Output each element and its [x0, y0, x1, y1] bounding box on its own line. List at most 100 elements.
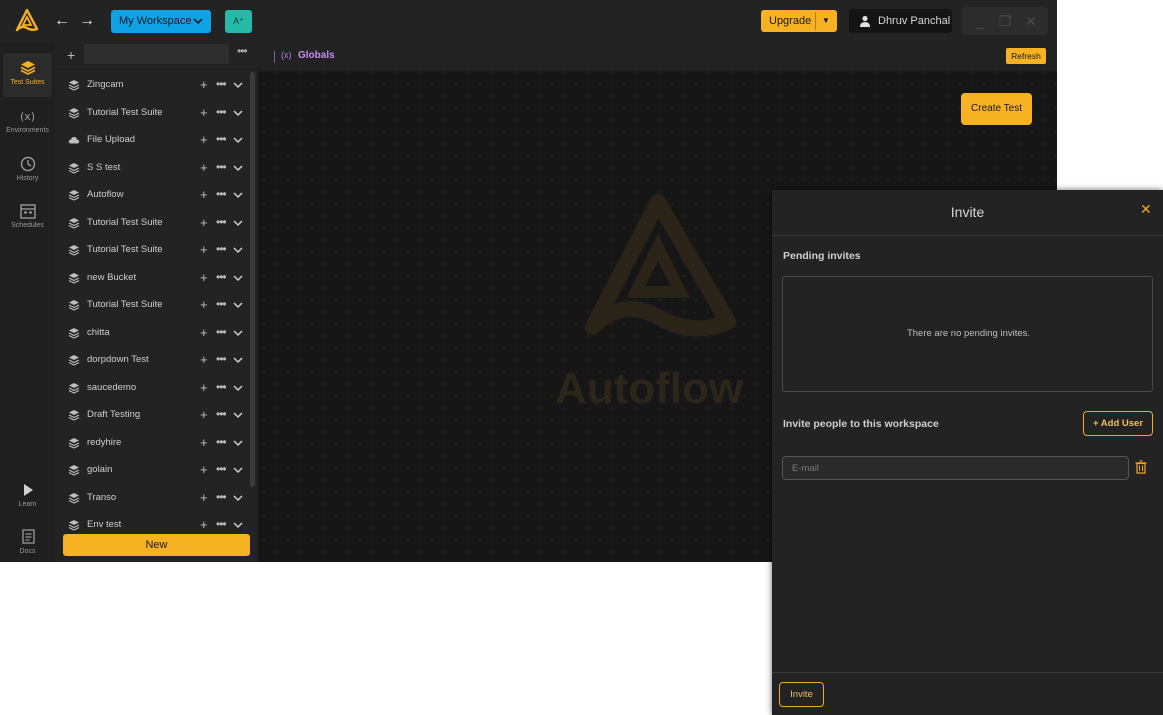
- forward-arrow-icon[interactable]: →: [77, 11, 97, 31]
- caret-down-icon[interactable]: ▼: [822, 10, 830, 32]
- layers-icon: [68, 355, 80, 366]
- chevron-down-icon[interactable]: [233, 163, 243, 173]
- rail-item-schedules[interactable]: Schedules: [3, 196, 52, 240]
- chevron-down-icon[interactable]: [233, 438, 243, 448]
- more-options-icon[interactable]: •••: [216, 319, 227, 346]
- more-options-icon[interactable]: •••: [216, 154, 227, 181]
- suite-list-item[interactable]: chitta + •••: [55, 319, 250, 346]
- add-test-plus-icon[interactable]: +: [200, 291, 208, 318]
- minimize-icon[interactable]: _: [970, 11, 990, 31]
- more-options-icon[interactable]: •••: [216, 236, 227, 263]
- create-test-button[interactable]: Create Test: [961, 93, 1032, 125]
- more-options-icon[interactable]: •••: [216, 71, 227, 98]
- add-user-button[interactable]: + Add User: [1083, 411, 1153, 436]
- add-test-plus-icon[interactable]: +: [200, 154, 208, 181]
- chevron-down-icon[interactable]: [233, 190, 243, 200]
- suite-list-item[interactable]: redyhire + •••: [55, 429, 250, 456]
- chevron-down-icon[interactable]: [233, 383, 243, 393]
- more-options-icon[interactable]: •••: [216, 401, 227, 428]
- more-options-icon[interactable]: •••: [216, 346, 227, 373]
- add-test-plus-icon[interactable]: +: [200, 126, 208, 153]
- ai-assistant-button[interactable]: A⁺: [225, 10, 252, 33]
- close-icon[interactable]: ✕: [1140, 202, 1154, 216]
- add-test-plus-icon[interactable]: +: [200, 346, 208, 373]
- more-options-icon[interactable]: •••: [216, 291, 227, 318]
- maximize-icon[interactable]: ❐: [995, 11, 1015, 31]
- chevron-down-icon[interactable]: [233, 300, 243, 310]
- refresh-button[interactable]: Refresh: [1006, 48, 1046, 64]
- back-arrow-icon[interactable]: ←: [52, 11, 72, 31]
- rail-item-test-suites[interactable]: Test Suites: [3, 53, 52, 97]
- suite-list-scrollbar[interactable]: [250, 72, 255, 487]
- close-window-icon[interactable]: ✕: [1021, 11, 1041, 31]
- upgrade-button[interactable]: Upgrade ▼: [761, 10, 837, 32]
- chevron-down-icon[interactable]: [233, 245, 243, 255]
- new-suite-button[interactable]: New: [63, 534, 250, 556]
- more-options-icon[interactable]: •••: [216, 484, 227, 511]
- upgrade-label: Upgrade: [769, 15, 812, 27]
- more-options-icon[interactable]: •••: [216, 209, 227, 236]
- chevron-down-icon[interactable]: [233, 135, 243, 145]
- add-test-plus-icon[interactable]: +: [200, 456, 208, 483]
- add-test-plus-icon[interactable]: +: [200, 319, 208, 346]
- autoflow-logo-icon[interactable]: [14, 8, 40, 34]
- rail-item-learn[interactable]: Learn: [3, 475, 52, 519]
- trash-icon[interactable]: [1135, 460, 1147, 474]
- add-test-plus-icon[interactable]: +: [200, 209, 208, 236]
- add-test-plus-icon[interactable]: +: [200, 236, 208, 263]
- more-options-icon[interactable]: •••: [216, 126, 227, 153]
- suite-list-item[interactable]: Transo + •••: [55, 484, 250, 511]
- suite-list-item[interactable]: Tutorial Test Suite + •••: [55, 236, 250, 263]
- layers-icon: [68, 80, 80, 91]
- suite-list-item[interactable]: Tutorial Test Suite + •••: [55, 99, 250, 126]
- add-test-plus-icon[interactable]: +: [200, 401, 208, 428]
- add-test-plus-icon[interactable]: +: [200, 429, 208, 456]
- suite-list-item[interactable]: new Bucket + •••: [55, 264, 250, 291]
- chevron-down-icon[interactable]: [233, 80, 243, 90]
- suite-search-input[interactable]: [84, 44, 229, 64]
- suite-list-item[interactable]: Autoflow + •••: [55, 181, 250, 208]
- chevron-down-icon[interactable]: [233, 328, 243, 338]
- more-options-icon[interactable]: •••: [216, 99, 227, 126]
- chevron-down-icon[interactable]: [233, 218, 243, 228]
- chevron-down-icon[interactable]: [233, 355, 243, 365]
- rail-item-environments[interactable]: (x) Environments: [3, 101, 52, 145]
- add-test-plus-icon[interactable]: +: [200, 99, 208, 126]
- add-test-plus-icon[interactable]: +: [200, 374, 208, 401]
- chevron-down-icon[interactable]: [233, 520, 243, 530]
- chevron-down-icon[interactable]: [233, 273, 243, 283]
- rail-item-history[interactable]: History: [3, 149, 52, 193]
- add-suite-plus-icon[interactable]: +: [67, 47, 75, 63]
- suite-list-item[interactable]: dorpdown Test + •••: [55, 346, 250, 373]
- add-test-plus-icon[interactable]: +: [200, 264, 208, 291]
- suite-list-item[interactable]: Draft Testing + •••: [55, 401, 250, 428]
- add-test-plus-icon[interactable]: +: [200, 484, 208, 511]
- chevron-down-icon[interactable]: [233, 493, 243, 503]
- chevron-down-icon[interactable]: [233, 465, 243, 475]
- add-test-plus-icon[interactable]: +: [200, 71, 208, 98]
- tab-globals[interactable]: Globals: [298, 50, 335, 61]
- suite-list-item[interactable]: saucedemo + •••: [55, 374, 250, 401]
- workspace-dropdown[interactable]: My Workspace: [111, 10, 211, 33]
- suite-list-item[interactable]: golain + •••: [55, 456, 250, 483]
- suite-list-item[interactable]: Zingcam + •••: [55, 71, 250, 98]
- suite-list-item[interactable]: Tutorial Test Suite + •••: [55, 291, 250, 318]
- panel-more-icon[interactable]: •••: [237, 44, 248, 58]
- suite-name: redyhire: [87, 436, 122, 448]
- suite-list-item[interactable]: S S test + •••: [55, 154, 250, 181]
- layers-icon: [20, 61, 35, 75]
- email-field[interactable]: [782, 456, 1129, 480]
- more-options-icon[interactable]: •••: [216, 429, 227, 456]
- invite-submit-button[interactable]: Invite: [779, 682, 824, 707]
- user-menu-button[interactable]: Dhruv Panchal: [849, 9, 952, 33]
- more-options-icon[interactable]: •••: [216, 374, 227, 401]
- more-options-icon[interactable]: •••: [216, 456, 227, 483]
- rail-item-docs[interactable]: Docs: [3, 522, 52, 562]
- suite-list-item[interactable]: Tutorial Test Suite + •••: [55, 209, 250, 236]
- more-options-icon[interactable]: •••: [216, 181, 227, 208]
- add-test-plus-icon[interactable]: +: [200, 181, 208, 208]
- chevron-down-icon[interactable]: [233, 410, 243, 420]
- suite-list-item[interactable]: File Upload + •••: [55, 126, 250, 153]
- more-options-icon[interactable]: •••: [216, 264, 227, 291]
- chevron-down-icon[interactable]: [233, 108, 243, 118]
